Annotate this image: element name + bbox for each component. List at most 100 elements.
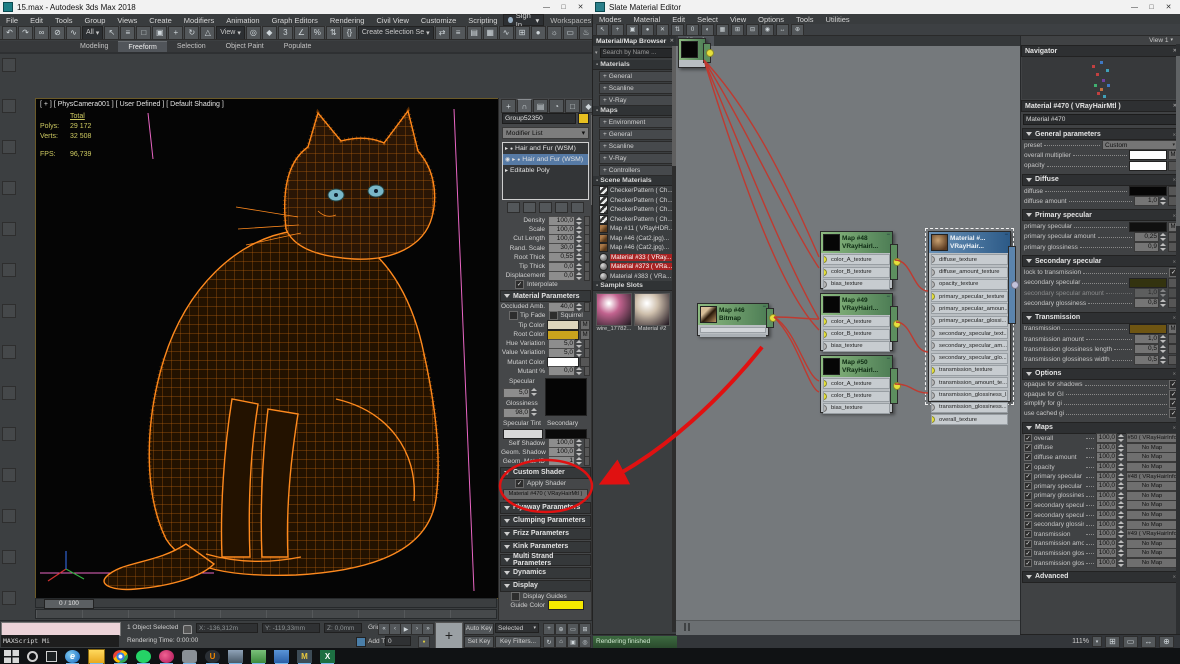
connected-socket-icon[interactable]: [823, 318, 827, 325]
excel-icon[interactable]: X: [320, 650, 335, 663]
hide-unused-slots-icon[interactable]: 0: [686, 24, 699, 36]
pick-material-icon[interactable]: +: [611, 24, 624, 36]
zoom-in-icon[interactable]: ⊕: [1159, 636, 1174, 648]
slate-window-titlebar-close-button[interactable]: ✕: [1160, 1, 1177, 14]
spinner-control[interactable]: [576, 303, 583, 311]
map-enable-checkbox[interactable]: ✓: [1024, 540, 1032, 548]
modifier-stack-item[interactable]: ▸Editable Poly: [503, 165, 588, 176]
map-enable-checkbox[interactable]: ✓: [1024, 492, 1032, 500]
connected-socket-icon[interactable]: [823, 269, 827, 276]
slate-menu-select[interactable]: Select: [691, 14, 724, 24]
ribbon-tab-selection[interactable]: Selection: [167, 41, 216, 52]
ribbon-tab-populate[interactable]: Populate: [274, 41, 322, 52]
socket-icon[interactable]: [931, 305, 935, 312]
map-slot-button[interactable]: No Map: [1126, 539, 1178, 549]
browser-sub-controllers[interactable]: +Controllers: [599, 165, 675, 176]
tip-color-swatch[interactable]: [547, 320, 579, 330]
map-enable-checkbox[interactable]: ✓: [1024, 501, 1032, 509]
browser-entry[interactable]: CheckerPattern ( Ch...: [593, 196, 677, 206]
left-toolbar-icon[interactable]: [2, 468, 16, 482]
start-button[interactable]: [4, 650, 19, 663]
browser-group-maps[interactable]: -Maps: [593, 106, 677, 116]
browser-group-materials[interactable]: -Materials: [593, 60, 677, 70]
slate-menu-tools[interactable]: Tools: [790, 14, 820, 24]
browser-sub-general[interactable]: +General: [599, 71, 675, 82]
remove-modifier-icon[interactable]: [555, 202, 568, 213]
primary-specular-swatch[interactable]: [1129, 222, 1167, 232]
spinner-control[interactable]: [576, 244, 583, 252]
browser-group-sample-slots[interactable]: -Sample Slots: [593, 281, 677, 291]
spinner-control[interactable]: [576, 263, 583, 271]
map-enable-checkbox[interactable]: ✓: [1024, 530, 1032, 538]
diffuse-swatch[interactable]: [1129, 186, 1167, 196]
material-preview-icon[interactable]: ◉: [761, 24, 774, 36]
map50-node-output-socket[interactable]: [893, 382, 901, 390]
orbit-icon[interactable]: ↻: [543, 636, 555, 648]
map50-node-slot[interactable]: color_A_texture: [823, 378, 890, 389]
browser-sub-v-ray[interactable]: +V-Ray: [599, 153, 675, 164]
map-amount-field[interactable]: 100,0: [1096, 462, 1117, 472]
socket-icon[interactable]: [823, 405, 827, 412]
primary-glossiness-field[interactable]: 0,9: [1134, 242, 1159, 252]
spinner-control[interactable]: [1160, 345, 1167, 353]
corner-node-output-socket[interactable]: [706, 49, 714, 57]
material-editor-icon[interactable]: ●: [531, 26, 546, 40]
delete-selected-icon[interactable]: ✕: [656, 24, 669, 36]
green-app-icon[interactable]: [251, 650, 266, 663]
coordinate-x-field[interactable]: X: -136,312m: [196, 623, 258, 633]
spinner-control[interactable]: [1118, 482, 1125, 490]
map48-node-slot[interactable]: color_A_texture: [823, 254, 890, 265]
assign-material-icon[interactable]: ●: [641, 24, 654, 36]
spinner-control[interactable]: [576, 439, 583, 447]
material470-node-slot[interactable]: opacity_texture: [931, 279, 1008, 290]
show-end-result-icon[interactable]: [523, 202, 536, 213]
browser-sub-scanline[interactable]: +Scanline: [599, 83, 675, 94]
max-menu-create[interactable]: Create: [143, 14, 178, 26]
spinner-control[interactable]: [1118, 521, 1125, 529]
glossiness-value-field[interactable]: 98,0: [503, 408, 530, 418]
connected-socket-icon[interactable]: [823, 256, 827, 263]
close-icon[interactable]: ✕: [670, 38, 674, 44]
map-shortcut-button[interactable]: M: [580, 320, 590, 330]
browser-entry[interactable]: Material #33 ( VRay...: [593, 253, 677, 263]
map-enable-checkbox[interactable]: ✓: [1024, 549, 1032, 557]
spinner-control[interactable]: [1118, 463, 1125, 471]
slate-window-titlebar-minimize-button[interactable]: —: [1126, 1, 1143, 14]
navigator-canvas[interactable]: [1022, 57, 1180, 99]
spinner-control[interactable]: [1118, 549, 1125, 557]
spinner-control[interactable]: [1160, 356, 1167, 364]
spinner-control[interactable]: [1118, 530, 1125, 538]
material470-node-slot[interactable]: diffuse_amount_texture: [931, 267, 1008, 278]
tip-fade-checkbox[interactable]: [509, 311, 518, 320]
left-toolbar-icon[interactable]: [2, 140, 16, 154]
material470-node[interactable]: Material #...VRayHair...−diffuse_texture…: [928, 231, 1011, 402]
spinner-control[interactable]: [1160, 289, 1167, 297]
move-children-icon[interactable]: ⇅: [671, 24, 684, 36]
value-field[interactable]: 0,0: [548, 366, 575, 376]
align-icon[interactable]: ≡: [451, 26, 466, 40]
spinner-control[interactable]: [531, 388, 538, 396]
max-window-titlebar-minimize-button[interactable]: —: [538, 1, 555, 14]
socket-icon[interactable]: [931, 404, 935, 411]
track-bar[interactable]: [35, 609, 497, 619]
spinner-control[interactable]: [1160, 299, 1167, 307]
select-tool-icon[interactable]: ↖: [596, 24, 609, 36]
hierarchy-tab-icon[interactable]: ▤: [533, 99, 548, 113]
spinner-control[interactable]: [576, 340, 583, 348]
connected-socket-icon[interactable]: [823, 393, 827, 400]
rollout-clumping-parameters[interactable]: Clumping Parameters: [500, 515, 591, 527]
material470-node-output-socket[interactable]: [1011, 281, 1019, 289]
object-color-swatch[interactable]: [578, 113, 589, 124]
key-mode-icon[interactable]: ●: [418, 636, 430, 648]
max-menu-group[interactable]: Group: [79, 14, 112, 26]
max-menu-graph-editors[interactable]: Graph Editors: [266, 14, 324, 26]
value-field[interactable]: 0,0: [548, 271, 575, 281]
socket-icon[interactable]: [931, 342, 935, 349]
left-toolbar-icon[interactable]: [2, 58, 16, 72]
max-menu-rendering[interactable]: Rendering: [324, 14, 371, 26]
socket-icon[interactable]: [931, 269, 935, 276]
map-amount-field[interactable]: 100,0: [1096, 491, 1117, 501]
slate-menu-view[interactable]: View: [724, 14, 752, 24]
spinner-control[interactable]: [1118, 559, 1125, 567]
map-amount-field[interactable]: 100,0: [1096, 510, 1117, 520]
